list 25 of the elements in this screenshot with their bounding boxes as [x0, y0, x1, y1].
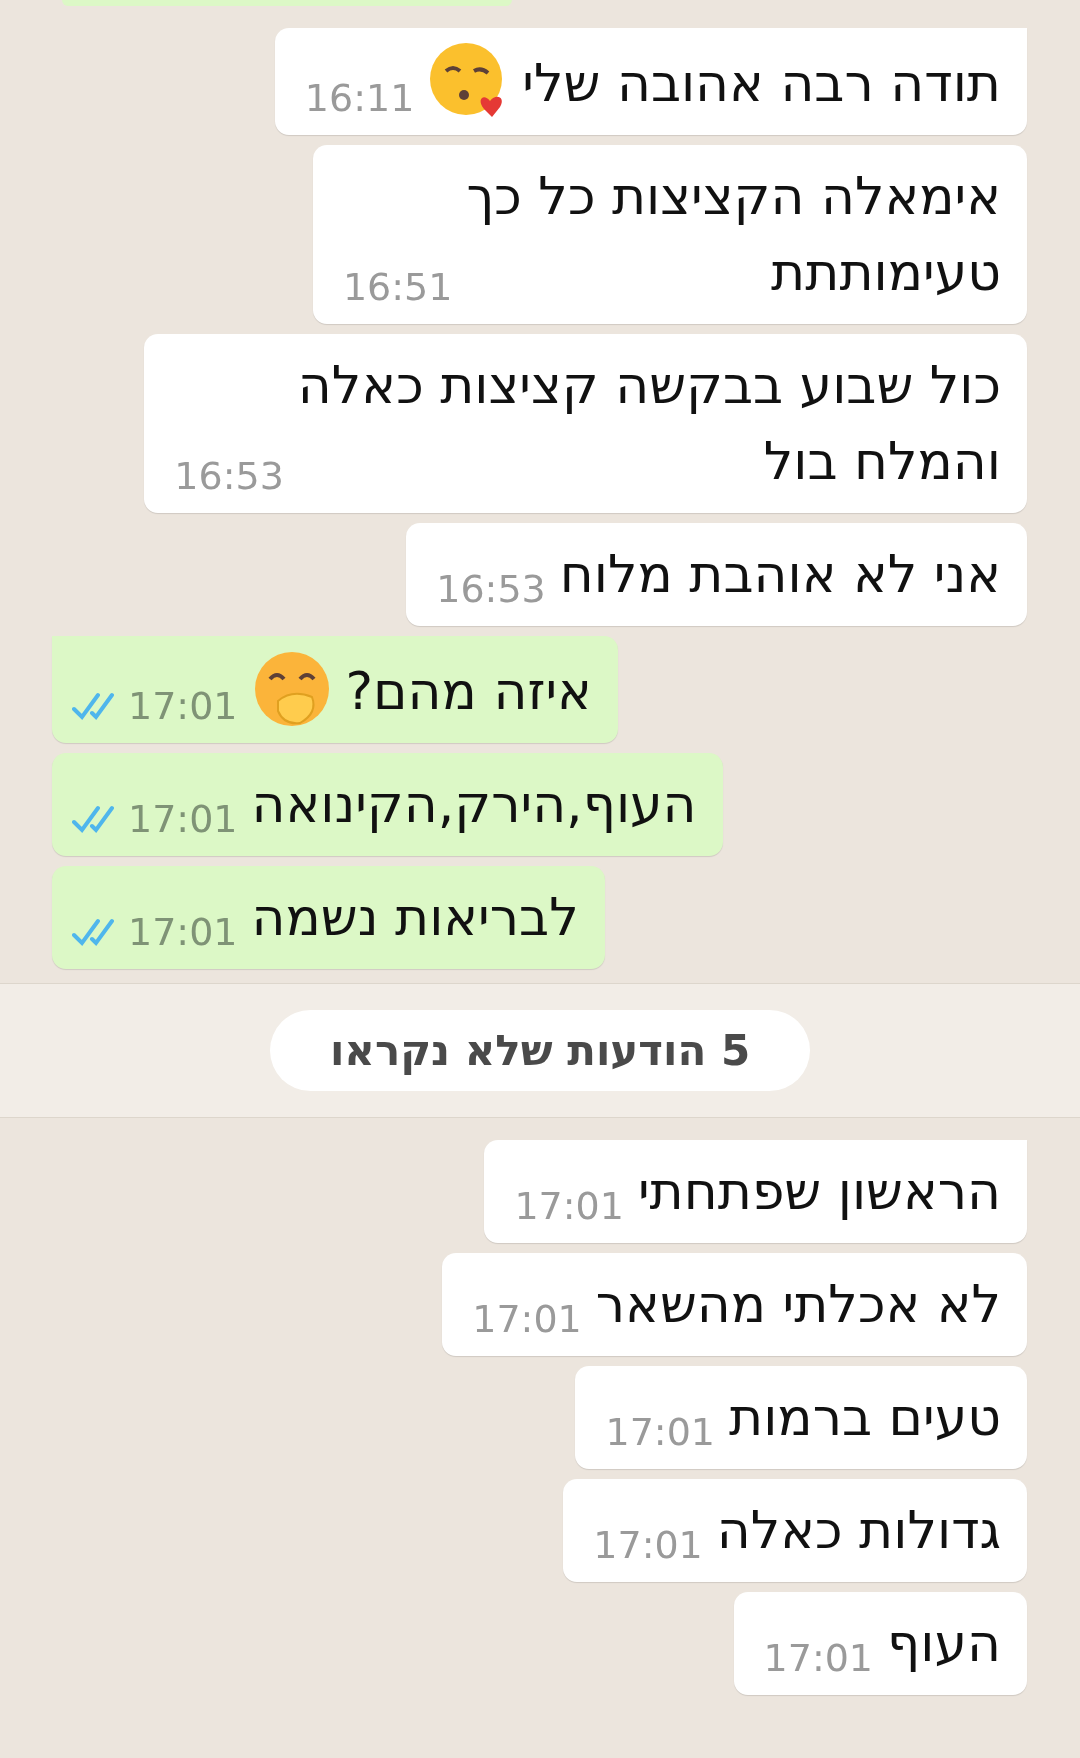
message-time: 17:01 — [128, 796, 238, 842]
message-time: 17:01 — [128, 683, 238, 729]
message-time: 17:01 — [604, 1409, 715, 1455]
message-text: לבריאות נשמה — [251, 886, 579, 949]
message-text: העוף,הירק,הקינואה — [251, 773, 697, 836]
message-text: אני לא אוהבת מלוח — [559, 543, 1001, 606]
message-time: 16:53 — [173, 453, 284, 499]
message-text: העוף — [887, 1612, 1001, 1675]
message-text: תודה רבה אהובה שלי — [522, 52, 1001, 115]
message-time: 16:53 — [435, 566, 546, 612]
message-text: אימאלה הקציצות כל כך טעימותתת — [466, 165, 1001, 304]
message-text: איזה מהם? — [345, 660, 592, 723]
message-text: גדולות כאלה — [716, 1499, 1001, 1562]
message-time: 17:01 — [592, 1522, 703, 1568]
message-time: 16:11 — [303, 75, 415, 121]
message-time: 17:01 — [513, 1183, 624, 1229]
message-text: כול שבוע בבקשה קציצות כאלה והמלח בול — [297, 354, 1001, 493]
message-time: 17:01 — [471, 1296, 582, 1342]
message-time: 17:01 — [762, 1635, 874, 1681]
message-text: לא אכלתי מהשאר — [595, 1273, 1001, 1336]
unread-messages-label: 5 הודעות שלא נקראו — [269, 1010, 811, 1091]
message-text: טעים ברמות — [729, 1386, 1001, 1449]
message-text: הראשון שפתחתי — [637, 1160, 1001, 1223]
message-time: 16:51 — [341, 264, 453, 310]
message-time: 17:01 — [128, 909, 238, 955]
